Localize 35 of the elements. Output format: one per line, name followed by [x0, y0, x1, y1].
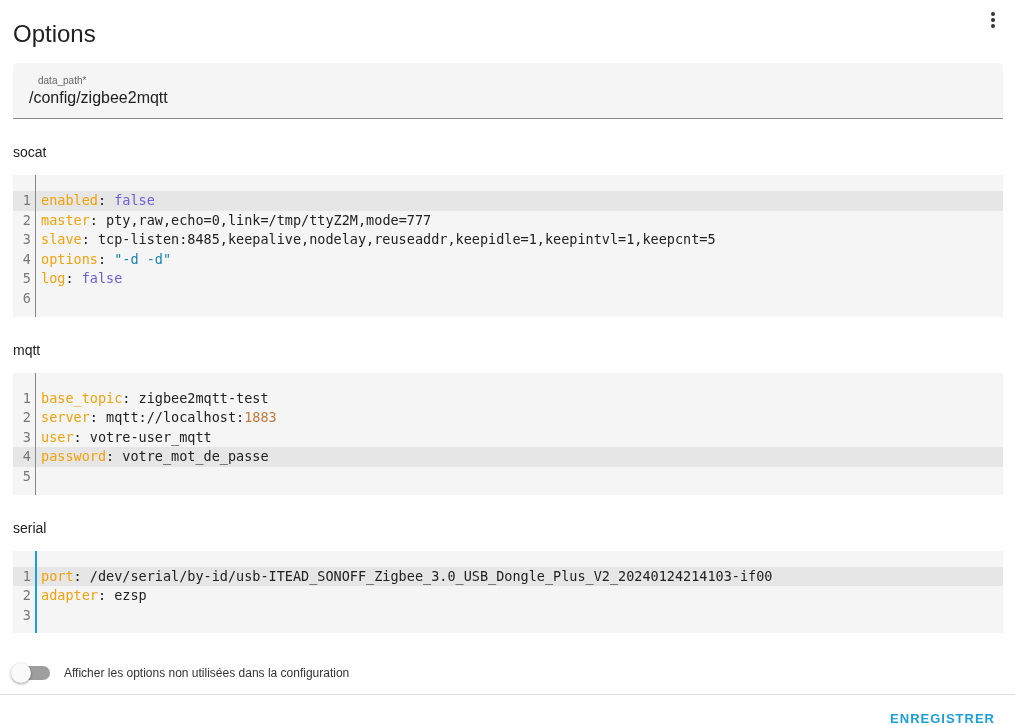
code-line: base_topic: zigbee2mqtt-test [41, 388, 269, 409]
toggle-switch[interactable] [14, 666, 50, 681]
page-title: Options [13, 19, 96, 48]
line-number: 2 [21, 210, 32, 230]
code-line: password: votre_mot_de_passe [41, 447, 269, 467]
section-label: serial [13, 519, 48, 536]
code-line: user: votre-user_mqtt [41, 427, 212, 448]
line-number: 2 [21, 586, 32, 606]
toggle-label: Afficher les options non utilisées dans la configuration [64, 666, 350, 681]
line-number: 2 [21, 408, 32, 428]
code-editor[interactable]: 1 port: /dev/serial/by-id/usb-ITEAD_SONOFF_Zigbee_3.0_USB_Dongle_Plus_V2_20240124214103-if00 2 adapter: ezsp 3 [13, 550, 1003, 634]
data-path-field[interactable]: data_path* /config/zigbee2mqtt [13, 63, 1003, 119]
line-number: 3 [21, 605, 32, 625]
line-number: 6 [21, 288, 32, 308]
line-number: 1 [21, 388, 32, 408]
line-number: 5 [21, 269, 32, 289]
code-line: port: /dev/serial/by-id/usb-ITEAD_SONOFF_Zigbee_3.0_USB_Dongle_Plus_V2_20240124214103-if00 [41, 566, 773, 587]
code-editor[interactable]: 1 enabled: false 2 master: pty,raw,echo=0,link=/tmp/ttyZ2M,mode=777 3 slave: tcp-listen:8485,keepalive,nodelay,reuseaddr,keepidle=1,keepintvl=1,keepcnt=5 4 options: "-d -d" 5 log: false 6 [13, 175, 1003, 317]
code-line: master: pty,raw,echo=0,link=/tmp/ttyZ2M,mode=777 [41, 210, 432, 230]
line-number: 1 [21, 191, 32, 210]
section-label: mqtt [13, 341, 42, 358]
line-number: 3 [21, 427, 32, 447]
line-number: 4 [21, 249, 32, 269]
line-number: 4 [21, 447, 32, 467]
code-editor[interactable]: 1 base_topic: zigbee2mqtt-test 2 server: mqtt://localhost:1883 3 user: votre-user_mqtt 4 password: votre_mot_de_passe 5 [13, 372, 1003, 495]
code-line: adapter: ezsp [41, 586, 147, 606]
code-line: slave: tcp-listen:8485,keepalive,nodelay,reuseaddr,keepidle=1,keepintvl=1,keepcnt=5 [41, 230, 716, 250]
code-line: enabled: false [41, 191, 155, 210]
code-line: log: false [41, 269, 123, 289]
code-line: options: "-d -d" [41, 249, 172, 269]
line-number: 3 [21, 230, 32, 250]
code-line: server: mqtt://localhost:1883 [41, 408, 277, 428]
section-label: socat [13, 144, 48, 160]
line-number: 5 [21, 466, 32, 486]
line-number: 1 [21, 566, 32, 586]
